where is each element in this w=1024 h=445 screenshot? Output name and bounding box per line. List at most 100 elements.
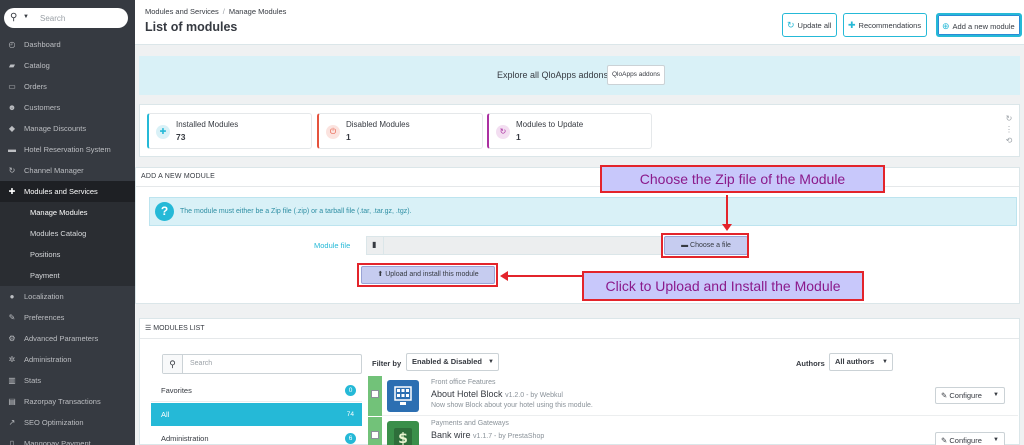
module-category: Payments and Gateways <box>431 420 509 427</box>
category-count-badge: 0 <box>345 385 356 396</box>
more-icon[interactable]: ⋮ <box>1005 124 1013 135</box>
caret-down-icon[interactable]: ▼ <box>23 14 29 20</box>
sidebar-item-seo-optimization[interactable]: ↗ SEO Optimization <box>0 412 135 433</box>
svg-text:$: $ <box>398 431 408 445</box>
sidebar-item-orders[interactable]: ▭ Orders <box>0 76 135 97</box>
category-administration[interactable]: Administration 6 <box>151 427 362 445</box>
filter-by-select[interactable]: Enabled & Disabled ▼ <box>406 353 499 371</box>
module-category: Front office Features <box>431 379 496 386</box>
sidebar-item-label: SEO Optimization <box>24 418 84 427</box>
rotate-icon[interactable]: ⟲ <box>1005 135 1013 146</box>
sidebar-item-label: Modules and Services <box>24 187 98 196</box>
sidebar-item-modules-and-services[interactable]: ✚ Modules and Services <box>0 181 135 202</box>
sidebar: ⚲ ▼ Search ◴ Dashboard ▰ Catalog ▭ Orders ☻ Cus… <box>0 0 135 445</box>
kpi-value: 1 <box>346 132 351 142</box>
breadcrumb-parent[interactable]: Modules and Services <box>145 7 219 16</box>
tablet-icon: ▯ <box>9 439 15 445</box>
sidebar-item-preferences[interactable]: ✎ Preferences <box>0 307 135 328</box>
sidebar-item-customers[interactable]: ☻ Customers <box>0 97 135 118</box>
info-alert: ? The module must either be a Zip file (… <box>149 197 1017 226</box>
configure-button[interactable]: ✎ Configure ▼ <box>935 432 1005 445</box>
sidebar-item-catalog[interactable]: ▰ Catalog <box>0 55 135 76</box>
puzzle-icon: ✚ <box>848 20 856 30</box>
kpi-value: 73 <box>176 132 186 142</box>
sidebar-item-hotel-reservation-system[interactable]: ▬ Hotel Reservation System <box>0 139 135 160</box>
update-all-button[interactable]: ↻ Update all <box>782 13 838 37</box>
sidebar-item-administration[interactable]: ✲ Administration <box>0 349 135 370</box>
sidebar-item-label: Catalog <box>24 61 50 70</box>
annotation-arrow-down <box>726 195 728 227</box>
module-search-input[interactable]: ⚲ Search <box>162 354 362 374</box>
sidebar-item-label: Razorpay Transactions <box>24 397 101 406</box>
add-module-panel: ADD A NEW MODULE ? The module must eithe… <box>135 167 1020 304</box>
breadcrumb-separator: / <box>222 7 225 16</box>
hotel-block-icon <box>387 380 419 412</box>
sidebar-item-payment[interactable]: Payment <box>0 265 135 286</box>
sidebar-item-stats[interactable]: ▥ Stats <box>0 370 135 391</box>
sidebar-item-advanced-parameters[interactable]: ⚙ Advanced Parameters <box>0 328 135 349</box>
kpi-value: 1 <box>516 132 521 142</box>
puzzle-icon: ✚ <box>156 125 170 139</box>
sidebar-item-label: Payment <box>30 271 60 280</box>
kpi-tools: ↻ ⋮ ⟲ <box>1005 113 1013 146</box>
sidebar-search[interactable]: ⚲ ▼ Search <box>4 8 128 28</box>
kpi-disabled-modules: ⏻ Disabled Modules 1 <box>317 113 483 149</box>
kpi-label: Disabled Modules <box>346 120 410 129</box>
caret-down-icon[interactable]: ▼ <box>993 433 999 445</box>
authors-value: All authors <box>835 357 875 366</box>
addons-banner: Explore all QloApps addons QloApps addon… <box>139 56 1020 95</box>
sidebar-item-label: Dashboard <box>24 40 61 49</box>
sidebar-item-label: Preferences <box>24 313 65 322</box>
sidebar-item-channel-manager[interactable]: ↻ Channel Manager <box>0 160 135 181</box>
category-count-badge: 74 <box>346 411 354 418</box>
sidebar-item-dashboard[interactable]: ◴ Dashboard <box>0 34 135 55</box>
sidebar-item-label: Stats <box>24 376 42 385</box>
sidebar-item-localization[interactable]: ● Localization <box>0 286 135 307</box>
addons-banner-text: Explore all QloApps addons <box>497 70 609 80</box>
category-all[interactable]: All 74 <box>151 403 362 426</box>
sidebar-item-modules-catalog[interactable]: Modules Catalog <box>0 223 135 244</box>
discount-icon: ◆ <box>8 124 16 133</box>
modules-list-panel: ☰ MODULES LIST ⚲ Search Favorites 0 All 74… <box>139 318 1020 445</box>
module-name-text: Bank wire <box>431 430 471 440</box>
annotation-arrow-left <box>508 275 582 277</box>
customers-icon: ☻ <box>7 103 17 112</box>
search-icon[interactable]: ⚲ <box>10 12 17 23</box>
divider <box>136 186 1019 187</box>
qloapps-addons-button[interactable]: QloApps addons <box>607 65 666 85</box>
module-row: $ Payments and Gateways Bank wire v1.1.7… <box>368 417 1018 445</box>
sidebar-search-placeholder: Search <box>40 14 66 23</box>
sidebar-item-label: Positions <box>30 250 61 259</box>
annotation-choose-zip: Choose the Zip file of the Module <box>600 165 885 193</box>
puzzle-icon: ✚ <box>8 187 16 196</box>
sidebar-item-manage-discounts[interactable]: ◆ Manage Discounts <box>0 118 135 139</box>
sidebar-item-label: Manage Discounts <box>24 124 87 133</box>
kpi-modules-to-update: ↻ Modules to Update 1 <box>487 113 652 149</box>
sidebar-item-mangopay-payment[interactable]: ▯ Mangopay Payment <box>0 433 135 445</box>
module-checkbox[interactable] <box>371 431 379 439</box>
kpi-installed-modules: ✚ Installed Modules 73 <box>147 113 312 149</box>
add-new-module-button[interactable]: ⊕ Add a new module <box>936 13 1022 37</box>
sidebar-item-positions[interactable]: Positions <box>0 244 135 265</box>
configure-label: Configure <box>949 436 982 445</box>
sidebar-item-label: Mangopay Payment <box>24 439 91 445</box>
refresh-icon[interactable]: ↻ <box>1005 113 1013 124</box>
module-file-input[interactable]: ▮ <box>366 236 662 255</box>
bar-chart-icon: ▥ <box>8 376 16 385</box>
sidebar-item-razorpay-transactions[interactable]: ▤ Razorpay Transactions <box>0 391 135 412</box>
chevron-down-icon: ▼ <box>882 359 888 365</box>
sidebar-item-manage-modules[interactable]: Manage Modules <box>0 202 135 223</box>
authors-select[interactable]: All authors ▼ <box>829 353 893 371</box>
breadcrumb-current: Manage Modules <box>228 7 287 16</box>
caret-down-icon[interactable]: ▼ <box>993 388 999 403</box>
page-title: List of modules <box>145 20 238 34</box>
category-label: Favorites <box>161 386 192 395</box>
module-name: Bank wire v1.1.7 - by PrestaShop <box>431 430 544 440</box>
category-favorites[interactable]: Favorites 0 <box>151 379 362 402</box>
recommendations-button[interactable]: ✚ Recommendations <box>843 13 928 37</box>
sidebar-item-label: Orders <box>24 82 47 91</box>
sidebar-item-label: Hotel Reservation System <box>24 145 111 154</box>
orders-icon: ▭ <box>8 82 16 91</box>
configure-button[interactable]: ✎ Configure ▼ <box>935 387 1005 404</box>
module-checkbox[interactable] <box>371 390 379 398</box>
